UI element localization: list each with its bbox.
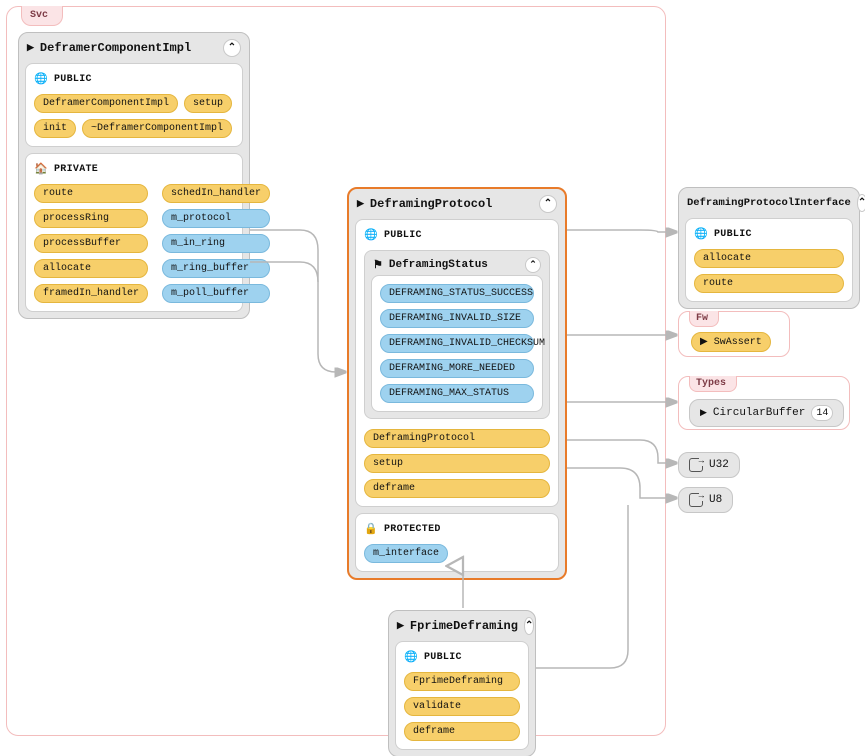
method-chip[interactable]: init — [34, 119, 76, 138]
chevron-right-icon: ▶ — [357, 199, 364, 209]
method-chip[interactable]: route — [694, 274, 844, 293]
count-badge: 14 — [811, 405, 833, 421]
protocol-title: DeframingProtocol — [370, 197, 492, 211]
public-label: PUBLIC — [54, 74, 92, 85]
iface-titlebar[interactable]: DeframingProtocolInterface ⌃ — [679, 188, 859, 218]
enum-titlebar[interactable]: ⚑ DeframingStatus ⌃ — [373, 257, 541, 273]
fw-group: Fw ▶ SwAssert — [678, 311, 790, 357]
member-chip[interactable]: m_poll_buffer — [162, 284, 270, 303]
protocol-public-section: 🌐 PUBLIC ⚑ DeframingStatus ⌃ DEFRAMING_ST… — [355, 219, 559, 507]
chevron-up-icon[interactable]: ⌃ — [525, 257, 541, 273]
chevron-up-icon[interactable]: ⌃ — [223, 39, 241, 57]
private-label: PRIVATE — [54, 164, 98, 175]
protected-label: PROTECTED — [384, 524, 441, 535]
lock-icon: 🔒 — [364, 522, 378, 536]
class-deframing-protocol: ▶ DeframingProtocol ⌃ 🌐 PUBLIC ⚑ Deframin… — [347, 187, 567, 580]
protocol-titlebar[interactable]: ▶ DeframingProtocol ⌃ — [349, 189, 565, 219]
method-chip[interactable]: schedIn_handler — [162, 184, 270, 203]
method-chip[interactable]: validate — [404, 697, 520, 716]
member-chip[interactable]: m_interface — [364, 544, 448, 563]
globe-icon: 🌐 — [34, 72, 48, 86]
method-chip[interactable]: setup — [184, 94, 232, 113]
public-label: PUBLIC — [424, 652, 462, 663]
method-chip[interactable]: processRing — [34, 209, 148, 228]
public-label: PUBLIC — [714, 229, 752, 240]
type-icon — [689, 493, 703, 507]
enum-value[interactable]: DEFRAMING_STATUS_SUCCESS — [380, 284, 534, 303]
circular-buffer-pill[interactable]: ▶ CircularBuffer 14 — [689, 399, 844, 427]
enum-value[interactable]: DEFRAMING_INVALID_SIZE — [380, 309, 534, 328]
method-chip[interactable]: allocate — [694, 249, 844, 268]
method-chip[interactable]: processBuffer — [34, 234, 148, 253]
u32-pill[interactable]: U32 — [678, 452, 740, 478]
enum-value[interactable]: DEFRAMING_INVALID_CHECKSUM — [380, 334, 534, 353]
types-label: Types — [689, 376, 737, 392]
member-chip[interactable]: m_ring_buffer — [162, 259, 270, 278]
chevron-up-icon[interactable]: ⌃ — [857, 194, 865, 212]
types-group: Types ▶ CircularBuffer 14 — [678, 376, 850, 430]
u32-label: U32 — [709, 459, 729, 471]
fw-label: Fw — [689, 311, 719, 327]
home-icon: 🏠 — [34, 162, 48, 176]
class-deframing-protocol-interface: DeframingProtocolInterface ⌃ 🌐 PUBLIC all… — [678, 187, 860, 309]
deframing-status-enum: ⚑ DeframingStatus ⌃ DEFRAMING_STATUS_SUC… — [364, 250, 550, 419]
chevron-up-icon[interactable]: ⌃ — [524, 617, 534, 635]
chevron-right-icon: ▶ — [700, 408, 707, 418]
method-chip[interactable]: DeframingProtocol — [364, 429, 550, 448]
method-chip[interactable]: FprimeDeframing — [404, 672, 520, 691]
u8-pill[interactable]: U8 — [678, 487, 733, 513]
member-chip[interactable]: m_protocol — [162, 209, 270, 228]
enum-value[interactable]: DEFRAMING_MAX_STATUS — [380, 384, 534, 403]
type-icon — [689, 458, 703, 472]
method-chip[interactable]: route — [34, 184, 148, 203]
swassert-chip[interactable]: ▶ SwAssert — [691, 332, 771, 352]
deframer-titlebar[interactable]: ▶ DeframerComponentImpl ⌃ — [19, 33, 249, 63]
method-chip[interactable]: DeframerComponentImpl — [34, 94, 178, 113]
globe-icon: 🌐 — [404, 650, 418, 664]
class-fprime-deframing: ▶ FprimeDeframing ⌃ 🌐 PUBLIC FprimeDefram… — [388, 610, 536, 756]
enum-title: DeframingStatus — [389, 259, 488, 271]
flag-icon: ⚑ — [373, 258, 383, 272]
method-chip[interactable]: setup — [364, 454, 550, 473]
enum-value[interactable]: DEFRAMING_MORE_NEEDED — [380, 359, 534, 378]
iface-public-section: 🌐 PUBLIC allocate route — [685, 218, 853, 302]
iface-title: DeframingProtocolInterface — [687, 197, 851, 209]
deframer-public-section: 🌐 PUBLIC DeframerComponentImpl setup init… — [25, 63, 243, 147]
protocol-protected-section: 🔒 PROTECTED m_interface — [355, 513, 559, 572]
globe-icon: 🌐 — [364, 228, 378, 242]
fprime-titlebar[interactable]: ▶ FprimeDeframing ⌃ — [389, 611, 535, 641]
fprime-public-section: 🌐 PUBLIC FprimeDeframing validate deframe — [395, 641, 529, 750]
deframer-private-section: 🏠 PRIVATE route processRing processBuffer… — [25, 153, 243, 312]
chevron-right-icon: ▶ — [27, 43, 34, 53]
class-deframer: ▶ DeframerComponentImpl ⌃ 🌐 PUBLIC Defram… — [18, 32, 250, 319]
method-chip[interactable]: ~DeframerComponentImpl — [82, 119, 232, 138]
method-chip[interactable]: framedIn_handler — [34, 284, 148, 303]
method-chip[interactable]: deframe — [404, 722, 520, 741]
chevron-up-icon[interactable]: ⌃ — [539, 195, 557, 213]
svc-label: Svc — [21, 6, 63, 26]
chevron-right-icon: ▶ — [397, 621, 404, 631]
circular-buffer-label: CircularBuffer — [713, 407, 805, 419]
u8-label: U8 — [709, 494, 722, 506]
member-chip[interactable]: m_in_ring — [162, 234, 270, 253]
globe-icon: 🌐 — [694, 227, 708, 241]
method-chip[interactable]: allocate — [34, 259, 148, 278]
method-chip[interactable]: deframe — [364, 479, 550, 498]
public-label: PUBLIC — [384, 230, 422, 241]
fprime-title: FprimeDeframing — [410, 619, 518, 633]
deframer-title: DeframerComponentImpl — [40, 41, 191, 55]
